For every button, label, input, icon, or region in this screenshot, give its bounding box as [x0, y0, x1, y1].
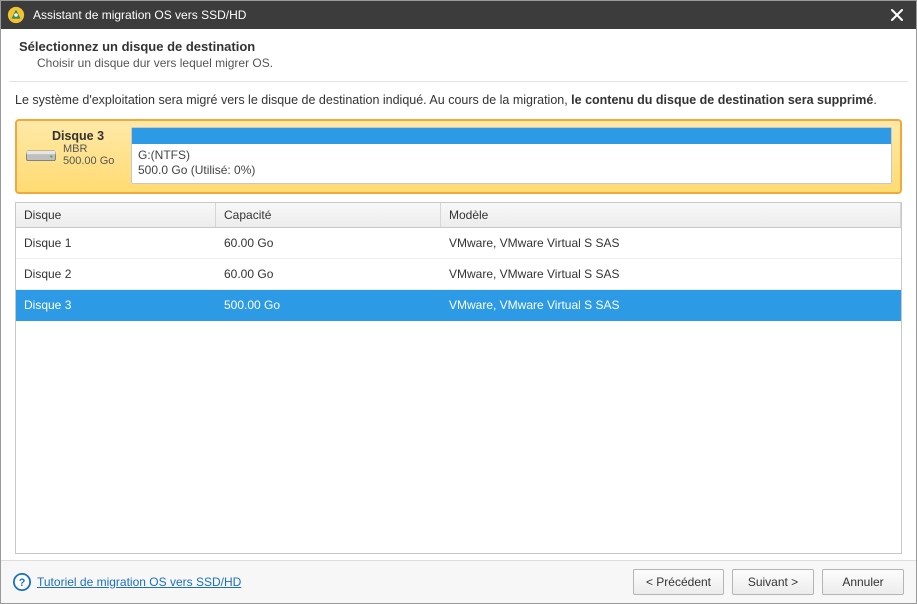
table-row[interactable]: Disque 3 500.00 Go VMware, VMware Virtua… — [16, 290, 901, 321]
wizard-window: Assistant de migration OS vers SSD/HD Sé… — [0, 0, 917, 604]
cell-model: VMware, VMware Virtual S SAS — [441, 228, 901, 258]
warning-bold: le contenu du disque de destination sera… — [571, 93, 873, 107]
partition-bar — [132, 128, 891, 144]
disk-table: Disque Capacité Modèle Disque 1 60.00 Go… — [15, 202, 902, 554]
table-header: Disque Capacité Modèle — [16, 203, 901, 228]
col-header-capacity[interactable]: Capacité — [216, 203, 441, 227]
footer: ? Tutoriel de migration OS vers SSD/HD <… — [1, 560, 916, 603]
cell-disk: Disque 1 — [16, 228, 216, 258]
cell-disk: Disque 2 — [16, 259, 216, 289]
partition-label: G:(NTFS) — [138, 148, 885, 164]
disk-name: Disque 3 — [25, 129, 131, 143]
table-row[interactable]: Disque 2 60.00 Go VMware, VMware Virtual… — [16, 259, 901, 290]
cell-capacity: 500.00 Go — [216, 290, 441, 320]
close-icon[interactable] — [884, 4, 910, 26]
prev-button[interactable]: < Précédent — [633, 569, 724, 595]
disk-card-right: G:(NTFS) 500.0 Go (Utilisé: 0%) — [131, 127, 892, 184]
partition-detail: 500.0 Go (Utilisé: 0%) — [138, 163, 885, 179]
cell-capacity: 60.00 Go — [216, 228, 441, 258]
disk-scheme: MBR — [63, 143, 114, 155]
warning-text: Le système d'exploitation sera migré ver… — [15, 92, 902, 109]
disk-size: 500.00 Go — [63, 155, 114, 167]
page-subheading: Choisir un disque dur vers lequel migrer… — [37, 56, 898, 70]
help-link[interactable]: Tutoriel de migration OS vers SSD/HD — [37, 575, 241, 589]
titlebar: Assistant de migration OS vers SSD/HD — [1, 1, 916, 29]
help-area: ? Tutoriel de migration OS vers SSD/HD — [13, 573, 625, 591]
page-heading: Sélectionnez un disque de destination — [19, 39, 898, 54]
cell-model: VMware, VMware Virtual S SAS — [441, 290, 901, 320]
next-button[interactable]: Suivant > — [732, 569, 814, 595]
cell-disk: Disque 3 — [16, 290, 216, 320]
content-area: Le système d'exploitation sera migré ver… — [1, 82, 916, 560]
selected-disk-card: Disque 3 MBR 500.00 Go — [15, 119, 902, 194]
disk-card-left: Disque 3 MBR 500.00 Go — [25, 127, 131, 184]
help-icon[interactable]: ? — [13, 573, 31, 591]
warning-suffix: . — [873, 93, 876, 107]
app-icon — [7, 6, 25, 24]
cell-model: VMware, VMware Virtual S SAS — [441, 259, 901, 289]
hard-drive-icon — [25, 146, 57, 164]
svg-text:?: ? — [19, 577, 26, 589]
window-title: Assistant de migration OS vers SSD/HD — [33, 8, 884, 22]
col-header-disk[interactable]: Disque — [16, 203, 216, 227]
cancel-button[interactable]: Annuler — [822, 569, 904, 595]
partition-info: G:(NTFS) 500.0 Go (Utilisé: 0%) — [132, 144, 891, 183]
warning-prefix: Le système d'exploitation sera migré ver… — [15, 93, 571, 107]
table-row[interactable]: Disque 1 60.00 Go VMware, VMware Virtual… — [16, 228, 901, 259]
col-header-model[interactable]: Modèle — [441, 203, 901, 227]
cell-capacity: 60.00 Go — [216, 259, 441, 289]
wizard-header: Sélectionnez un disque de destination Ch… — [1, 29, 916, 81]
